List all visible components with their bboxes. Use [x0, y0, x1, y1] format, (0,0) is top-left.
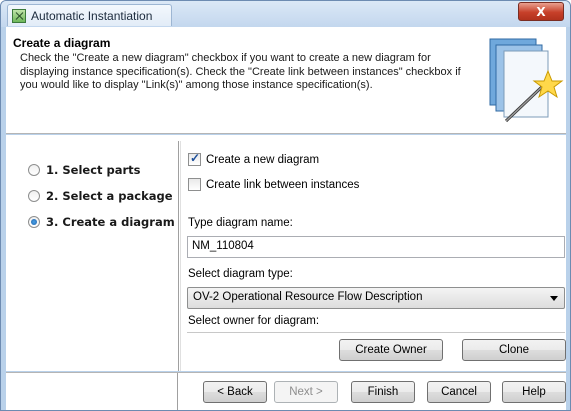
checkbox-label: Create a new diagram	[206, 153, 320, 166]
close-button[interactable]: X	[518, 2, 564, 21]
window-title: Automatic Instantiation	[31, 8, 153, 23]
diagram-type-label: Select diagram type:	[188, 268, 293, 280]
diagram-name-label: Type diagram name:	[188, 217, 293, 229]
owner-area	[187, 332, 565, 333]
help-button[interactable]: Help	[502, 381, 566, 403]
create-link-checkbox[interactable]: Create link between instances	[188, 178, 359, 191]
step-label: 3. Create a diagram	[46, 215, 175, 229]
diagram-type-select[interactable]: OV-2 Operational Resource Flow Descripti…	[187, 287, 565, 309]
checkbox-icon[interactable]	[188, 178, 201, 191]
radio-icon[interactable]	[28, 190, 40, 202]
radio-selected-icon[interactable]	[28, 216, 40, 228]
close-icon: X	[536, 4, 546, 19]
divider	[178, 141, 181, 371]
step-navigation: 1. Select parts 2. Select a package 3. C…	[6, 135, 178, 371]
footer-spacer	[6, 373, 178, 410]
finish-button[interactable]: Finish	[351, 381, 415, 403]
page-description: Check the "Create a new diagram" checkbo…	[20, 52, 461, 91]
owner-label: Select owner for diagram:	[188, 315, 320, 327]
diagram-name-input[interactable]: NM_110804	[187, 236, 565, 258]
dropdown-arrow-icon[interactable]	[550, 296, 558, 301]
page-title: Create a diagram	[13, 36, 111, 50]
diagram-type-value: OV-2 Operational Resource Flow Descripti…	[193, 291, 423, 303]
wizard-body: 1. Select parts 2. Select a package 3. C…	[6, 135, 566, 371]
wizard-footer: < Back Next > Finish Cancel Help	[6, 372, 566, 410]
checkbox-checked-icon[interactable]	[188, 151, 201, 166]
create-diagram-panel: Create a new diagram Create link between…	[182, 135, 566, 371]
step-create-diagram[interactable]: 3. Create a diagram	[28, 215, 175, 229]
create-new-diagram-checkbox[interactable]: Create a new diagram	[188, 151, 320, 166]
title-tab: Automatic Instantiation	[7, 4, 172, 26]
clone-button[interactable]: Clone	[462, 339, 566, 361]
app-icon	[12, 8, 26, 23]
step-select-parts[interactable]: 1. Select parts	[28, 163, 141, 177]
checkbox-label: Create link between instances	[206, 178, 360, 191]
step-select-package[interactable]: 2. Select a package	[28, 189, 173, 203]
wizard-wand-icon	[489, 38, 564, 123]
create-owner-button[interactable]: Create Owner	[339, 339, 443, 361]
step-label: 2. Select a package	[46, 189, 173, 203]
next-button[interactable]: Next >	[274, 381, 338, 403]
title-bar[interactable]: Automatic Instantiation X	[1, 1, 570, 27]
step-label: 1. Select parts	[46, 163, 141, 177]
wizard-header: Create a diagram Check the "Create a new…	[6, 27, 566, 134]
radio-icon[interactable]	[28, 164, 40, 176]
back-button[interactable]: < Back	[203, 381, 267, 403]
automatic-instantiation-dialog: Automatic Instantiation X Create a diagr…	[0, 0, 571, 411]
cancel-button[interactable]: Cancel	[427, 381, 491, 403]
